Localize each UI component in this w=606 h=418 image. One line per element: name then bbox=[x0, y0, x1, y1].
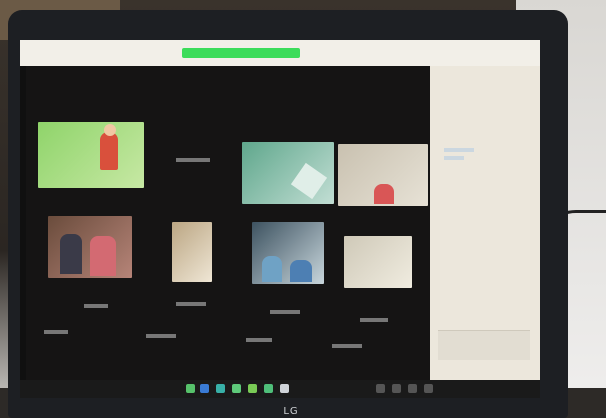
participant-name-placeholder bbox=[332, 344, 362, 348]
reactions-icon[interactable] bbox=[376, 384, 385, 393]
participant-name-placeholder bbox=[176, 158, 210, 162]
participant-tile-6[interactable] bbox=[252, 222, 324, 284]
participant-tile-1[interactable] bbox=[38, 122, 144, 188]
window-title bbox=[28, 46, 58, 56]
chat-panel bbox=[430, 66, 540, 380]
background-object bbox=[290, 162, 328, 200]
participant-tile-3[interactable] bbox=[338, 144, 428, 206]
participant-tile-5[interactable] bbox=[172, 222, 212, 282]
fullscreen-icon[interactable] bbox=[424, 384, 433, 393]
mic-icon[interactable] bbox=[186, 384, 195, 393]
person-figure bbox=[290, 260, 312, 282]
person-figure bbox=[374, 184, 394, 204]
participant-name-placeholder bbox=[246, 338, 272, 342]
chat-message bbox=[444, 148, 474, 152]
video-icon[interactable] bbox=[200, 384, 209, 393]
participant-name-placeholder bbox=[44, 330, 68, 334]
participant-tile-7[interactable] bbox=[344, 236, 412, 288]
photo-scene: LG bbox=[0, 0, 606, 418]
share-icon[interactable] bbox=[264, 384, 273, 393]
laptop-screen bbox=[20, 40, 540, 398]
settings-icon[interactable] bbox=[408, 384, 417, 393]
participant-tile-4[interactable] bbox=[48, 216, 132, 278]
brand-logo: LG bbox=[283, 406, 299, 417]
security-icon[interactable] bbox=[216, 384, 225, 393]
person-figure bbox=[90, 236, 116, 276]
meeting-header bbox=[20, 40, 540, 66]
participant-name-placeholder bbox=[84, 304, 108, 308]
more-icon[interactable] bbox=[392, 384, 401, 393]
participant-name-placeholder bbox=[146, 334, 176, 338]
participant-tile-2[interactable] bbox=[242, 142, 334, 204]
laptop: LG bbox=[8, 10, 568, 418]
chat-icon[interactable] bbox=[248, 384, 257, 393]
meeting-toolbar bbox=[20, 380, 540, 398]
record-icon[interactable] bbox=[280, 384, 289, 393]
participant-name-placeholder bbox=[360, 318, 388, 322]
person-figure bbox=[100, 132, 118, 170]
chat-input[interactable] bbox=[438, 330, 530, 360]
person-figure bbox=[60, 234, 82, 274]
participant-name-placeholder bbox=[176, 302, 206, 306]
person-figure bbox=[262, 256, 282, 282]
active-speaker-indicator bbox=[182, 48, 300, 58]
participant-name-placeholder bbox=[270, 310, 300, 314]
video-gallery bbox=[26, 66, 430, 380]
chat-message bbox=[444, 156, 464, 160]
person-head bbox=[104, 124, 116, 136]
participants-icon[interactable] bbox=[232, 384, 241, 393]
